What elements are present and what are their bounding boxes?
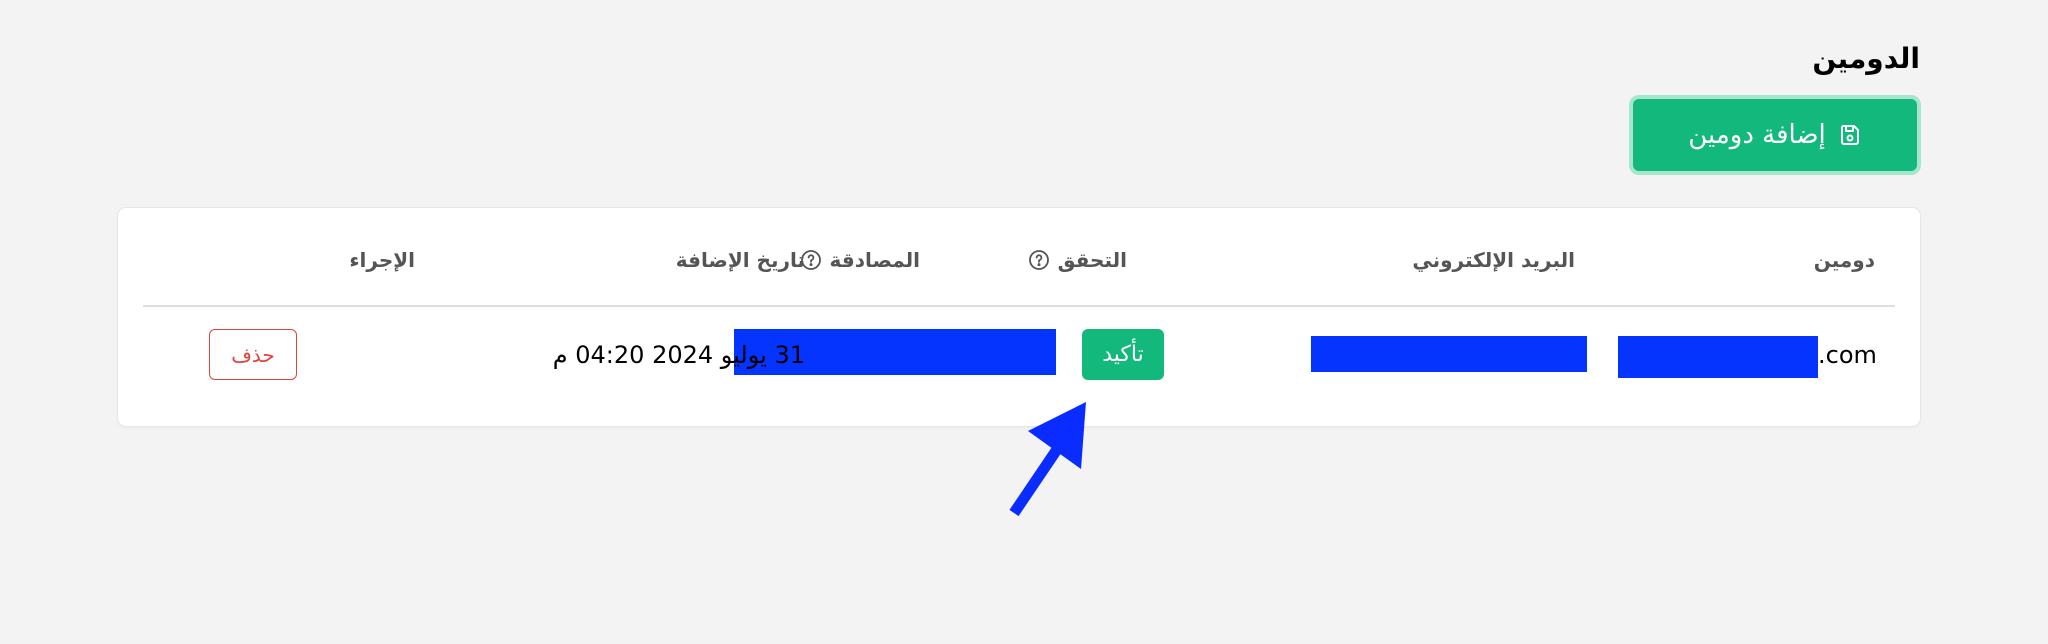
- annotation-arrow-icon: [1009, 402, 1086, 517]
